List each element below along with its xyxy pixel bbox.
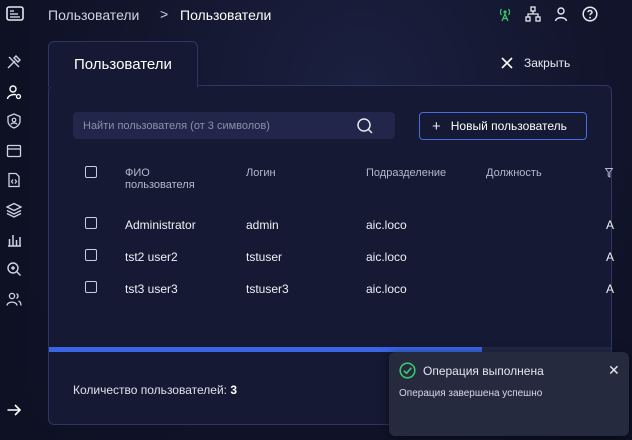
help-icon[interactable] [582, 6, 598, 22]
column-header-login[interactable]: Логин [246, 167, 276, 179]
search-box [73, 112, 395, 139]
cell-department: aic.loco [366, 282, 407, 296]
column-header-fio-line1: ФИО [125, 167, 150, 179]
cell-login: tstuser3 [246, 282, 289, 296]
column-header-position[interactable]: Должность [486, 167, 542, 179]
toast-message: Операция завершена успешно [399, 388, 543, 399]
search-input[interactable] [83, 112, 353, 139]
code-file-icon[interactable] [6, 172, 22, 188]
panel-title: Пользователи [74, 56, 172, 73]
cell-login: admin [246, 218, 279, 232]
breadcrumb-current: Пользователи [180, 7, 272, 23]
arrow-right-icon[interactable] [6, 402, 22, 418]
toast-close-button[interactable]: ✕ [608, 362, 620, 379]
column-header-department[interactable]: Подразделение [366, 167, 446, 179]
top-bar: Пользователи > Пользователи [0, 0, 632, 30]
column-header-fio[interactable]: ФИО пользователя [125, 167, 195, 191]
cell-truncated: A [606, 282, 615, 296]
select-all-checkbox[interactable] [85, 166, 97, 178]
user-count: Количество пользователей: 3 [73, 383, 237, 397]
user-icon[interactable] [553, 6, 569, 22]
bar-chart-icon[interactable] [6, 232, 22, 248]
user-count-label: Количество пользователей: [73, 383, 227, 397]
close-icon [501, 57, 513, 69]
cell-fio: tst2 user2 [125, 250, 178, 264]
sidebar [0, 30, 30, 440]
column-header-fio-line2: пользователя [125, 179, 195, 191]
users-icon[interactable] [6, 291, 22, 307]
row-checkbox[interactable] [85, 281, 97, 293]
layers-icon[interactable] [6, 202, 22, 218]
network-icon[interactable] [525, 6, 541, 22]
cell-department: aic.loco [366, 218, 407, 232]
close-label: Закрыть [524, 56, 571, 70]
new-user-button[interactable]: + Новый пользователь [419, 112, 587, 140]
search-zoom-icon[interactable] [6, 261, 22, 277]
shield-user-icon[interactable] [6, 113, 22, 129]
search-icon[interactable] [356, 117, 374, 135]
check-circle-icon [399, 362, 416, 379]
antenna-icon[interactable] [497, 6, 513, 22]
user-settings-icon[interactable] [6, 84, 22, 100]
breadcrumb-separator: > [160, 6, 169, 22]
tools-icon[interactable] [6, 54, 22, 70]
plus-icon: + [432, 117, 441, 135]
window-icon[interactable] [6, 143, 22, 159]
new-user-label: Новый пользователь [450, 119, 567, 133]
breadcrumb-parent[interactable]: Пользователи [48, 7, 139, 23]
close-button[interactable]: Закрыть [500, 52, 570, 74]
cell-fio: Administrator [125, 218, 196, 232]
cell-department: aic.loco [366, 250, 407, 264]
app-logo-icon[interactable] [6, 6, 24, 22]
filter-icon[interactable] [605, 168, 613, 178]
toast-title: Операция выполнена [423, 364, 544, 378]
row-checkbox[interactable] [85, 217, 97, 229]
cell-truncated: A [606, 250, 615, 264]
cell-login: tstuser [246, 250, 283, 264]
user-count-value: 3 [230, 383, 238, 397]
cell-truncated: A [606, 218, 615, 232]
row-checkbox[interactable] [85, 249, 97, 261]
cell-fio: tst3 user3 [125, 282, 178, 296]
